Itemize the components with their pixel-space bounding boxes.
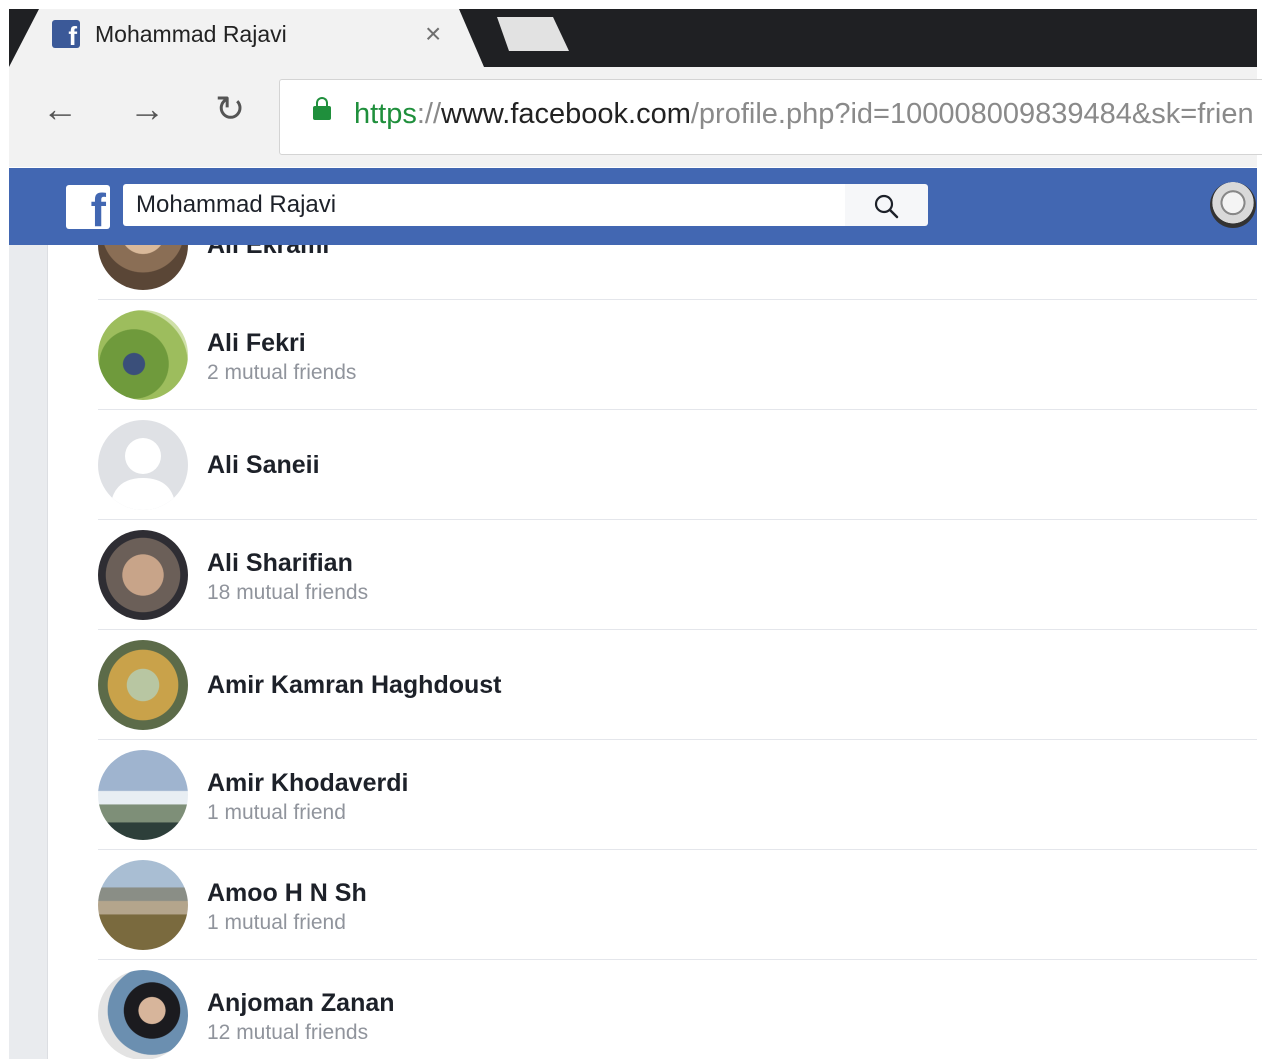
url-text: https://www.facebook.com/profile.php?id=…: [354, 98, 1254, 130]
search-icon: [874, 194, 899, 219]
profile-avatar[interactable]: [1210, 182, 1256, 228]
friend-row[interactable]: Ali Saneii: [98, 410, 1257, 520]
mutual-friends-count[interactable]: 1 mutual friend: [207, 801, 346, 825]
mutual-friends-count[interactable]: 12 mutual friends: [207, 1021, 368, 1045]
friend-row[interactable]: Anjoman Zanan 12 mutual friends: [98, 960, 1257, 1059]
forward-arrow-icon[interactable]: →: [129, 91, 165, 127]
address-bar[interactable]: https://www.facebook.com/profile.php?id=…: [279, 79, 1262, 155]
friend-row[interactable]: Ali Fekri 2 mutual friends: [98, 300, 1257, 410]
friend-name[interactable]: Ali Saneii: [207, 451, 320, 480]
friend-avatar[interactable]: [98, 245, 188, 290]
search-button[interactable]: [845, 184, 928, 226]
left-rail: [9, 245, 48, 1059]
facebook-header: f: [9, 168, 1257, 245]
friend-avatar[interactable]: [98, 860, 188, 950]
friends-list: Ali Ekrami Ali Fekri 2 mutual friends Al…: [98, 245, 1257, 1059]
friend-name[interactable]: Ali Sharifian: [207, 549, 353, 578]
mutual-friends-count[interactable]: 1 mutual friend: [207, 911, 346, 935]
friend-name[interactable]: Amoo H N Sh: [207, 879, 367, 908]
friend-row[interactable]: Ali Sharifian 18 mutual friends: [98, 520, 1257, 630]
friend-name[interactable]: Ali Fekri: [207, 329, 306, 358]
friend-avatar[interactable]: [98, 640, 188, 730]
friend-avatar[interactable]: [98, 420, 188, 510]
browser-tab[interactable]: f Mohammad Rajavi ×: [9, 9, 484, 67]
facebook-logo-icon[interactable]: f: [66, 185, 110, 229]
mutual-friends-count[interactable]: 2 mutual friends: [207, 361, 356, 385]
new-tab-button[interactable]: [497, 17, 569, 51]
browser-toolbar: ← → ↻ https://www.facebook.com/profile.p…: [9, 67, 1262, 167]
friend-row[interactable]: Ali Ekrami: [98, 245, 1257, 300]
tab-strip: f Mohammad Rajavi ×: [9, 9, 1257, 67]
friend-row[interactable]: Amoo H N Sh 1 mutual friend: [98, 850, 1257, 960]
friend-row[interactable]: Amir Khodaverdi 1 mutual friend: [98, 740, 1257, 850]
default-profile-icon: [110, 438, 176, 510]
facebook-favicon-icon: f: [52, 20, 80, 48]
friend-row[interactable]: Amir Kamran Haghdoust: [98, 630, 1257, 740]
friends-list-viewport: Ali Ekrami Ali Fekri 2 mutual friends Al…: [98, 245, 1257, 1059]
close-tab-icon[interactable]: ×: [425, 18, 441, 50]
reload-icon[interactable]: ↻: [215, 91, 245, 127]
lock-icon: [313, 97, 331, 120]
friend-avatar[interactable]: [98, 310, 188, 400]
search-input[interactable]: [123, 184, 845, 226]
friend-avatar[interactable]: [98, 970, 188, 1059]
friend-name[interactable]: Anjoman Zanan: [207, 989, 395, 1018]
friend-avatar[interactable]: [98, 530, 188, 620]
friend-avatar[interactable]: [98, 750, 188, 840]
friend-name[interactable]: Amir Khodaverdi: [207, 769, 408, 798]
friend-name[interactable]: Ali Ekrami: [207, 245, 329, 260]
mutual-friends-count[interactable]: 18 mutual friends: [207, 581, 368, 605]
friend-name[interactable]: Amir Kamran Haghdoust: [207, 671, 501, 700]
tab-title: Mohammad Rajavi: [95, 21, 287, 47]
back-arrow-icon[interactable]: ←: [42, 91, 78, 127]
